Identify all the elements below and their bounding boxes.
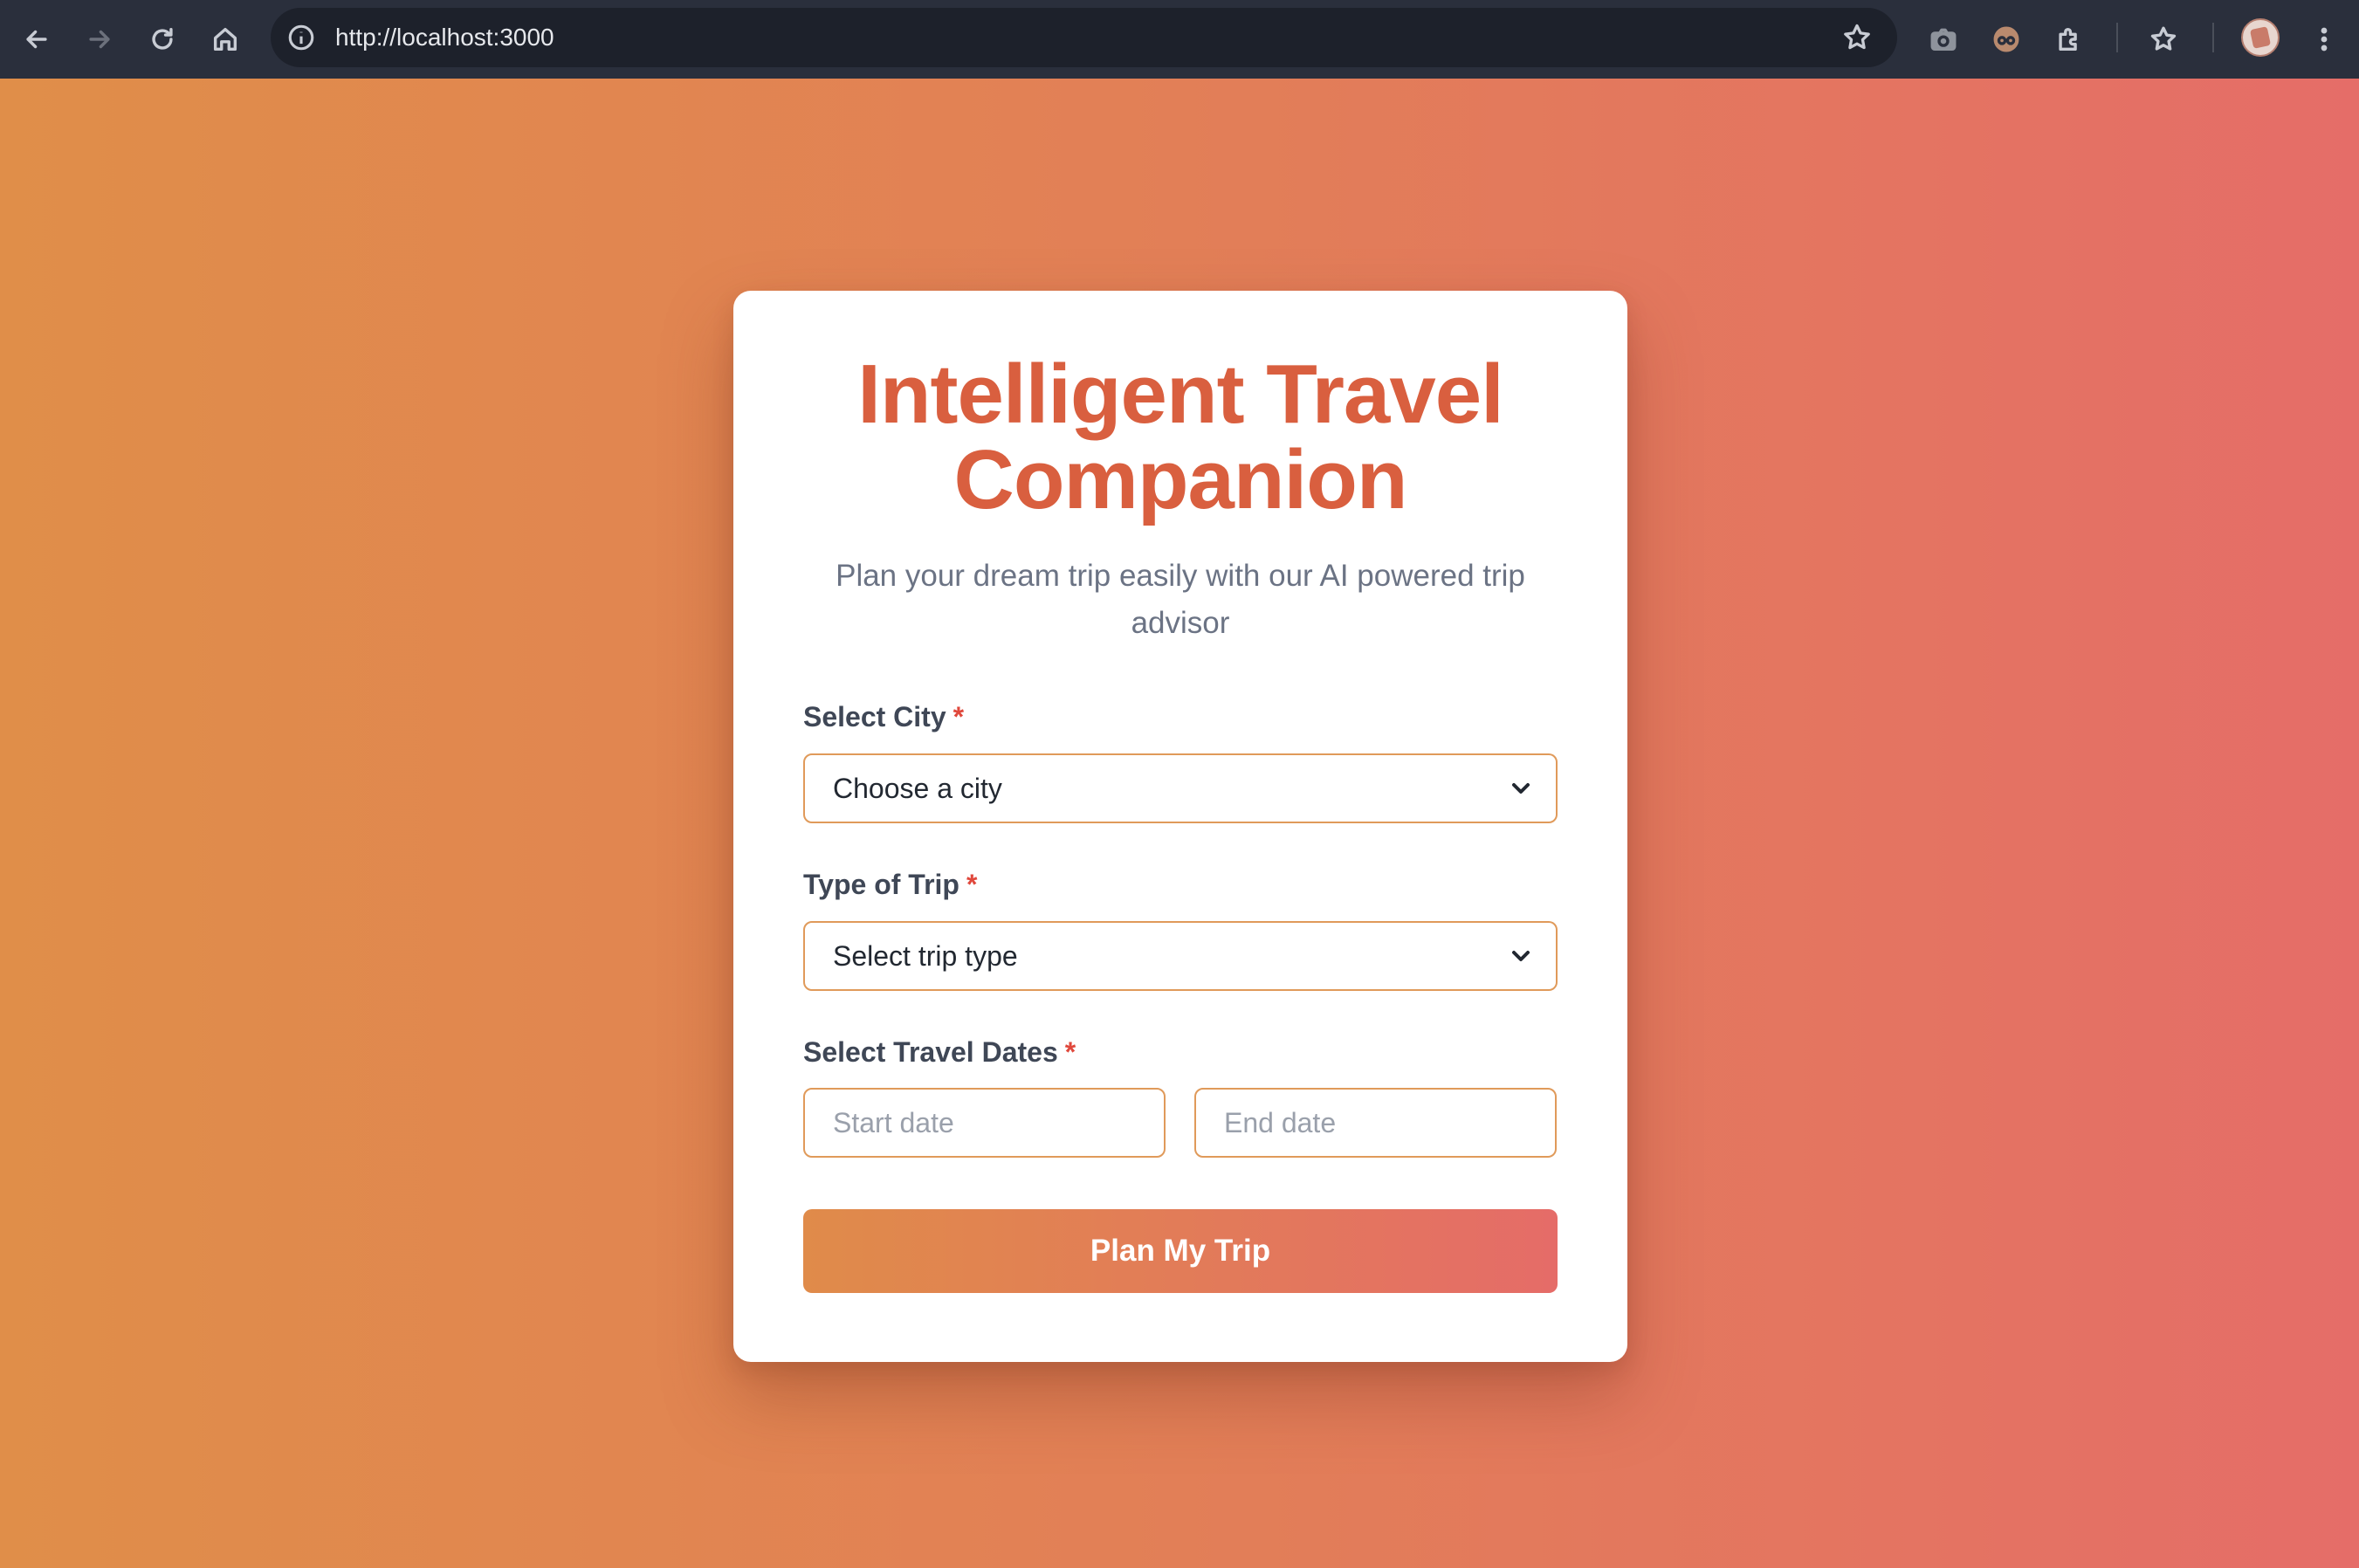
- title-line-1: Intelligent Travel: [857, 347, 1504, 441]
- browser-menu-button[interactable]: [2300, 15, 2349, 64]
- home-icon: [213, 27, 237, 52]
- required-marker: *: [966, 869, 978, 900]
- trip-form-card: Intelligent Travel Companion Plan your d…: [733, 291, 1627, 1362]
- toolbar-divider: [2212, 23, 2214, 52]
- screenshot-extension-button[interactable]: [1919, 15, 1968, 64]
- page-subtitle: Plan your dream trip easily with our AI …: [836, 559, 1525, 640]
- more-vertical-icon: [2321, 27, 2328, 52]
- profile-avatar[interactable]: [2241, 18, 2280, 57]
- start-date-input[interactable]: [803, 1088, 1166, 1158]
- page-background: Intelligent Travel Companion Plan your d…: [0, 79, 2359, 1568]
- site-info-icon[interactable]: [286, 23, 316, 52]
- glasses-icon: [1993, 26, 2019, 52]
- reload-button[interactable]: [138, 15, 187, 64]
- forward-button[interactable]: [75, 15, 124, 64]
- incognito-extension-button[interactable]: [1982, 15, 2031, 64]
- star-list-icon: [2150, 26, 2177, 51]
- travel-dates-label-text: Select Travel Dates: [803, 1036, 1058, 1068]
- browser-toolbar: http://localhost:3000: [0, 0, 2359, 79]
- chevron-down-icon: [1507, 774, 1535, 802]
- plan-my-trip-button[interactable]: Plan My Trip: [803, 1209, 1558, 1293]
- chevron-down-icon: [1507, 942, 1535, 970]
- bookmark-star-icon[interactable]: [1841, 22, 1873, 53]
- trip-type-select-value: Select trip type: [833, 940, 1018, 972]
- puzzle-icon: [2059, 28, 2077, 52]
- home-button[interactable]: [201, 15, 250, 64]
- reload-icon: [152, 27, 173, 50]
- url-text[interactable]: http://localhost:3000: [335, 8, 554, 67]
- extensions-button[interactable]: [2045, 15, 2094, 64]
- city-label-text: Select City: [803, 701, 946, 732]
- trip-type-label-text: Type of Trip: [803, 869, 959, 900]
- end-date-input[interactable]: [1194, 1088, 1557, 1158]
- title-line-2: Companion: [953, 433, 1408, 526]
- travel-dates-label: Select Travel Dates *: [803, 1036, 1076, 1069]
- camera-icon: [1930, 28, 1957, 52]
- trip-type-select[interactable]: Select trip type: [803, 921, 1558, 991]
- arrow-left-icon: [26, 30, 47, 49]
- city-label: Select City *: [803, 701, 964, 733]
- required-marker: *: [1064, 1036, 1076, 1068]
- required-marker: *: [953, 701, 965, 732]
- city-select-value: Choose a city: [833, 773, 1002, 804]
- toolbar-divider: [2116, 23, 2118, 52]
- bookmarks-button[interactable]: [2139, 15, 2188, 64]
- page-title: Intelligent Travel Companion: [733, 352, 1627, 523]
- trip-type-label: Type of Trip *: [803, 869, 977, 901]
- address-bar[interactable]: http://localhost:3000: [271, 8, 1897, 67]
- city-select[interactable]: Choose a city: [803, 753, 1558, 823]
- back-button[interactable]: [12, 15, 61, 64]
- arrow-right-icon: [89, 30, 110, 49]
